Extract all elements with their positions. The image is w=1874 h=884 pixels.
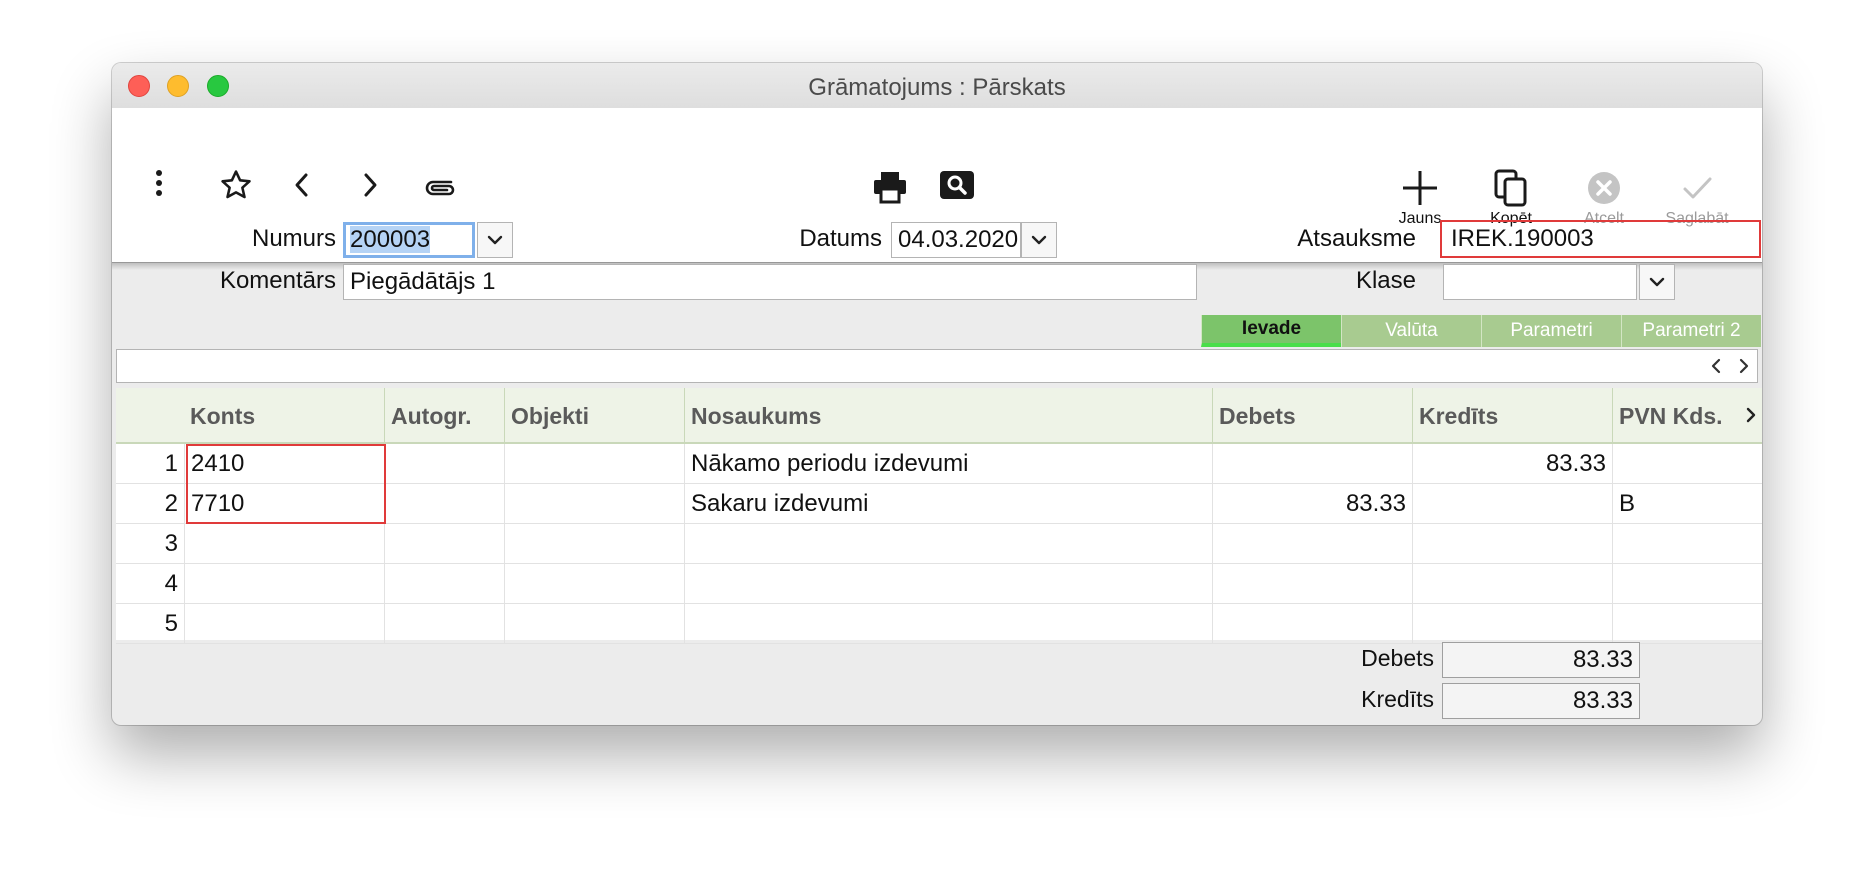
column-header-autogr[interactable]: Autogr. xyxy=(384,388,504,442)
total-credit-label: Kredīts xyxy=(1361,686,1434,712)
cell-kredits[interactable] xyxy=(1412,484,1612,524)
tab-parametri-2[interactable]: Parametri 2 xyxy=(1621,315,1761,347)
tab-ievade[interactable]: Ievade xyxy=(1201,315,1341,347)
cell-objekti[interactable] xyxy=(504,604,684,644)
cell-kredits[interactable] xyxy=(1412,604,1612,644)
cell-autogr[interactable] xyxy=(384,564,504,604)
cell-objekti[interactable] xyxy=(504,564,684,604)
previous-record-icon[interactable] xyxy=(292,170,312,206)
cancel-button[interactable]: Atcelt xyxy=(1564,168,1644,228)
cell-nosaukums[interactable] xyxy=(684,524,1212,564)
cell-pvn-kds[interactable] xyxy=(1612,604,1762,644)
save-button[interactable]: Saglabāt xyxy=(1657,168,1737,228)
more-menu-icon[interactable] xyxy=(152,168,166,206)
cell-debets[interactable] xyxy=(1212,444,1412,484)
cell-objekti[interactable] xyxy=(504,524,684,564)
number-dropdown-button[interactable] xyxy=(477,222,513,258)
date-field[interactable]: 04.03.2020 xyxy=(891,222,1021,258)
plus-icon xyxy=(1380,168,1460,208)
number-field[interactable]: 200003 xyxy=(343,222,475,258)
tab-bar: Ievade Valūta Parametri Parametri 2 xyxy=(1201,315,1761,347)
number-label: Numurs xyxy=(251,225,336,252)
column-header-debets[interactable]: Debets xyxy=(1212,388,1412,442)
reference-highlight-box xyxy=(1440,220,1761,258)
class-label: Klase xyxy=(1355,267,1416,294)
konts-highlight-box xyxy=(186,444,386,524)
title-bar: Grāmatojums : Pārskats xyxy=(112,63,1762,109)
cell-pvn-kds[interactable] xyxy=(1612,444,1762,484)
cell-objekti[interactable] xyxy=(504,484,684,524)
next-record-icon[interactable] xyxy=(360,170,380,206)
window-title: Grāmatojums : Pārskats xyxy=(808,74,1066,101)
cell-nosaukums[interactable]: Sakaru izdevumi xyxy=(684,484,1212,524)
cell-objekti[interactable] xyxy=(504,444,684,484)
total-credit-value: 83.33 xyxy=(1442,683,1640,719)
new-button[interactable]: Jauns xyxy=(1380,168,1460,228)
star-icon[interactable] xyxy=(219,168,253,208)
copy-icon xyxy=(1471,168,1551,208)
chevron-down-icon xyxy=(1649,277,1665,287)
tab-scroll-strip xyxy=(116,349,1758,383)
column-header-kredits[interactable]: Kredīts xyxy=(1412,388,1612,442)
journal-window: Grāmatojums : Pārskats Jauns Kopēt Atcel… xyxy=(112,63,1762,725)
copy-button[interactable]: Kopēt xyxy=(1471,168,1551,228)
number-field-value: 200003 xyxy=(350,226,431,253)
cell-debets[interactable]: 83.33 xyxy=(1212,484,1412,524)
tab-valuta[interactable]: Valūta xyxy=(1341,315,1481,347)
cancel-circle-icon xyxy=(1564,168,1644,208)
column-header-nosaukums[interactable]: Nosaukums xyxy=(684,388,1212,442)
row-number: 3 xyxy=(164,530,178,557)
cell-kredits[interactable]: 83.33 xyxy=(1412,444,1612,484)
table-row[interactable]: 5 xyxy=(116,604,1762,644)
cell-konts[interactable] xyxy=(184,604,384,644)
table-row[interactable]: 3 xyxy=(116,524,1762,564)
tab-parametri[interactable]: Parametri xyxy=(1481,315,1621,347)
strip-right-arrow-icon[interactable] xyxy=(1731,353,1757,379)
cell-debets[interactable] xyxy=(1212,564,1412,604)
cell-konts[interactable] xyxy=(184,524,384,564)
attachment-icon[interactable] xyxy=(421,172,457,206)
cell-nosaukums[interactable] xyxy=(684,564,1212,604)
date-picker-button[interactable] xyxy=(1021,222,1057,258)
row-number: 1 xyxy=(164,450,178,477)
cell-autogr[interactable] xyxy=(384,524,504,564)
checkmark-icon xyxy=(1657,168,1737,208)
row-number: 2 xyxy=(164,490,178,517)
total-debit-label: Debets xyxy=(1361,645,1434,671)
class-dropdown-button[interactable] xyxy=(1639,264,1675,300)
chevron-down-icon xyxy=(1031,235,1047,245)
total-debit-value: 83.33 xyxy=(1442,642,1640,678)
column-header-konts[interactable]: Konts xyxy=(184,388,384,442)
cell-kredits[interactable] xyxy=(1412,524,1612,564)
comment-field[interactable]: Piegādātājs 1 xyxy=(343,264,1197,300)
chevron-down-icon xyxy=(487,235,503,245)
cell-autogr[interactable] xyxy=(384,444,504,484)
cell-nosaukums[interactable] xyxy=(684,604,1212,644)
print-icon[interactable] xyxy=(872,170,908,210)
column-header-pvn-kds[interactable]: PVN Kds. xyxy=(1612,388,1740,442)
table-row[interactable]: 4 xyxy=(116,564,1762,604)
cell-debets[interactable] xyxy=(1212,524,1412,564)
grid-header: Konts Autogr. Objekti Nosaukums Debets K… xyxy=(116,388,1762,444)
date-label: Datums xyxy=(799,225,882,252)
column-header-objekti[interactable]: Objekti xyxy=(504,388,684,442)
more-columns-arrow-icon[interactable] xyxy=(1740,388,1762,442)
cell-autogr[interactable] xyxy=(384,484,504,524)
cell-autogr[interactable] xyxy=(384,604,504,644)
row-number: 5 xyxy=(164,610,178,637)
cell-konts[interactable] xyxy=(184,564,384,604)
cell-pvn-kds[interactable] xyxy=(1612,524,1762,564)
class-field[interactable] xyxy=(1443,264,1637,300)
cell-pvn-kds[interactable] xyxy=(1612,564,1762,604)
strip-left-arrow-icon[interactable] xyxy=(1703,353,1729,379)
cell-pvn-kds[interactable]: B xyxy=(1612,484,1762,524)
row-number: 4 xyxy=(164,570,178,597)
cell-nosaukums[interactable]: Nākamo periodu izdevumi xyxy=(684,444,1212,484)
comment-label: Komentārs xyxy=(219,267,336,294)
cell-kredits[interactable] xyxy=(1412,564,1612,604)
reference-label: Atsauksme xyxy=(1297,225,1416,252)
preview-search-icon[interactable] xyxy=(939,170,975,206)
cell-debets[interactable] xyxy=(1212,604,1412,644)
